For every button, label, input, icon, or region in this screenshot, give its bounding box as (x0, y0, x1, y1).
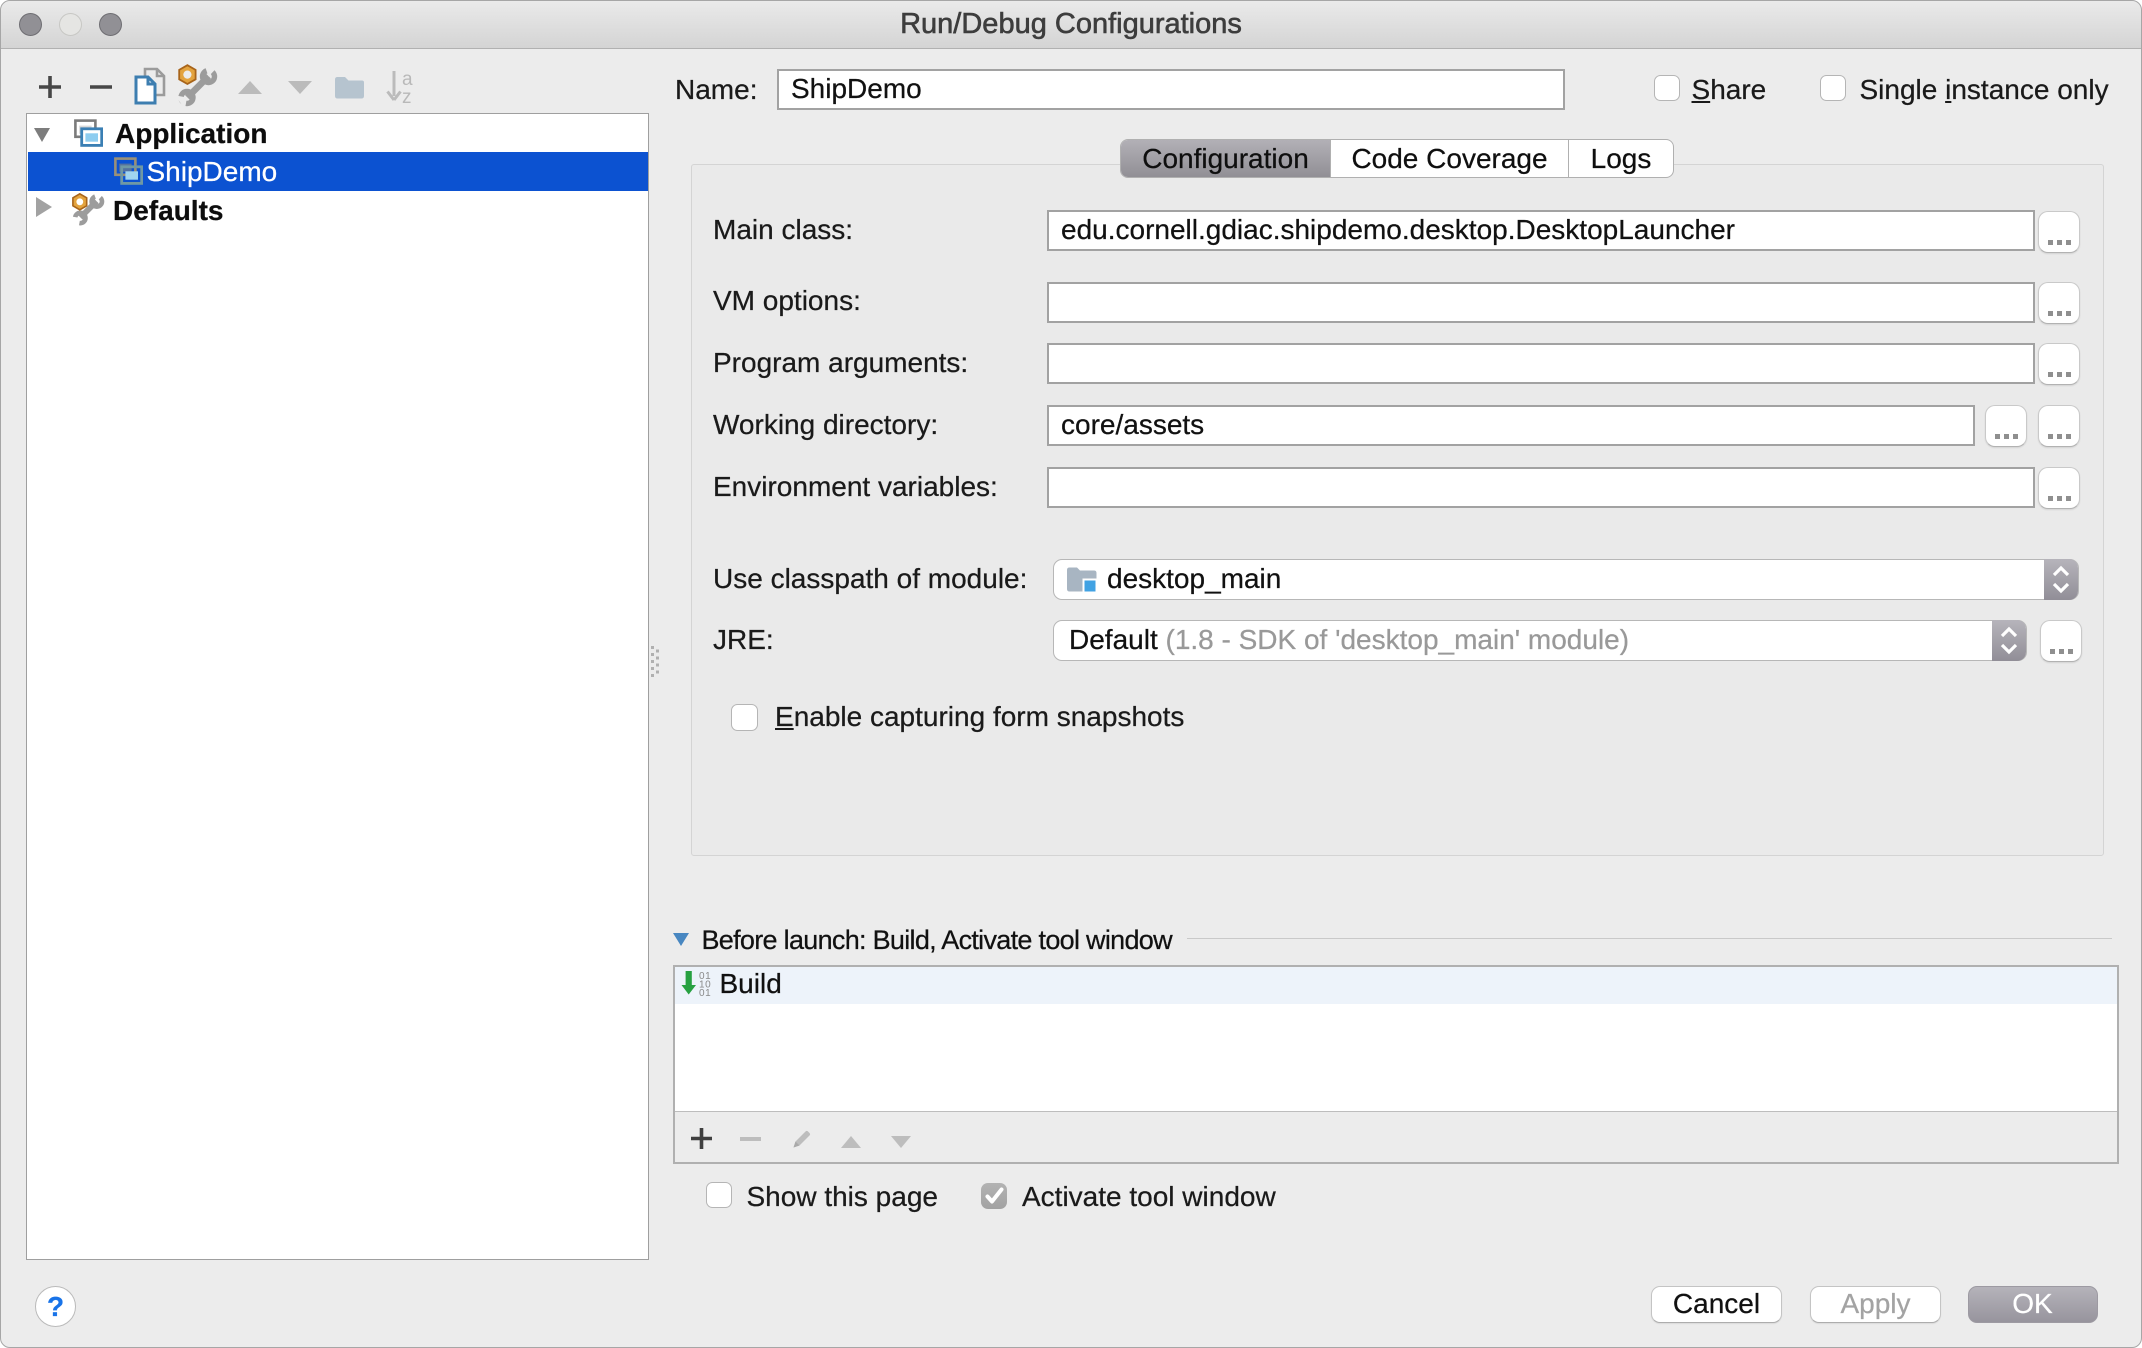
svg-text:01: 01 (699, 988, 711, 999)
svg-text:z: z (402, 87, 412, 104)
